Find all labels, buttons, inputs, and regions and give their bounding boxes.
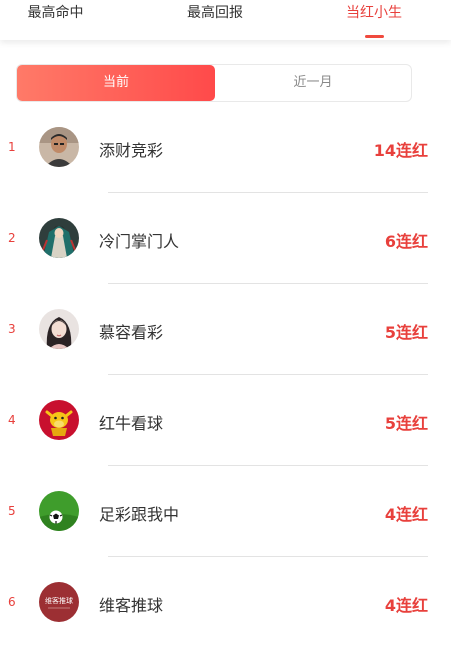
tipster-name: 慕容看彩 [99,323,164,342]
period-current-button[interactable]: 当前 [17,65,215,101]
period-toggle: 当前 近一月 [16,64,412,102]
rank-number: 4 [8,413,16,427]
win-streak: 5连红 [384,323,428,342]
ranking-list: 1 添财竞彩 14连红 2 冷门掌门人 6连红 3 慕容看彩 5连红 4 红牛看… [0,102,451,648]
win-streak: 6连红 [384,232,428,251]
tipster-name: 维客推球 [99,596,164,615]
tab-hot-streak[interactable]: 当红小生 [319,0,429,40]
tipster-name: 足彩跟我中 [99,505,180,524]
top-tab-bar: 最高命中 最高回报 当红小生 [0,0,451,40]
tipster-name: 冷门掌门人 [99,232,180,251]
win-streak: 14连红 [373,141,428,160]
ranking-row[interactable]: 1 添财竞彩 14连红 [0,102,451,193]
woman-portrait-avatar [39,309,79,349]
win-streak: 5连红 [384,414,428,433]
tipster-name: 红牛看球 [99,414,164,433]
man-portrait-avatar [39,127,79,167]
ranking-row[interactable]: 3 慕容看彩 5连红 [0,284,451,375]
rank-number: 6 [8,595,16,609]
soccer-ball-avatar [39,491,79,531]
rank-number: 5 [8,504,16,518]
rank-number: 3 [8,322,16,336]
win-streak: 4连红 [384,596,428,615]
golden-ox-avatar [39,400,79,440]
ranking-row[interactable]: 4 红牛看球 5连红 [0,375,451,466]
seal-logo-avatar: 维客推球 [39,582,79,622]
period-month-button[interactable]: 近一月 [215,65,411,101]
ranking-row[interactable]: 2 冷门掌门人 6连红 [0,193,451,284]
ranking-row[interactable]: 5 足彩跟我中 4连红 [0,466,451,557]
avatar-seal-text: 维客推球 [45,596,73,605]
tab-highest-hit-rate[interactable]: 最高命中 [0,0,111,40]
win-streak: 4连红 [384,505,428,524]
robed-figure-avatar [39,218,79,258]
active-tab-indicator [365,35,384,38]
rank-number: 1 [8,140,16,154]
rank-number: 2 [8,231,16,245]
tab-highest-return[interactable]: 最高回报 [150,0,280,40]
ranking-row[interactable]: 6 维客推球 维客推球 4连红 [0,557,451,648]
tipster-name: 添财竞彩 [99,141,164,160]
